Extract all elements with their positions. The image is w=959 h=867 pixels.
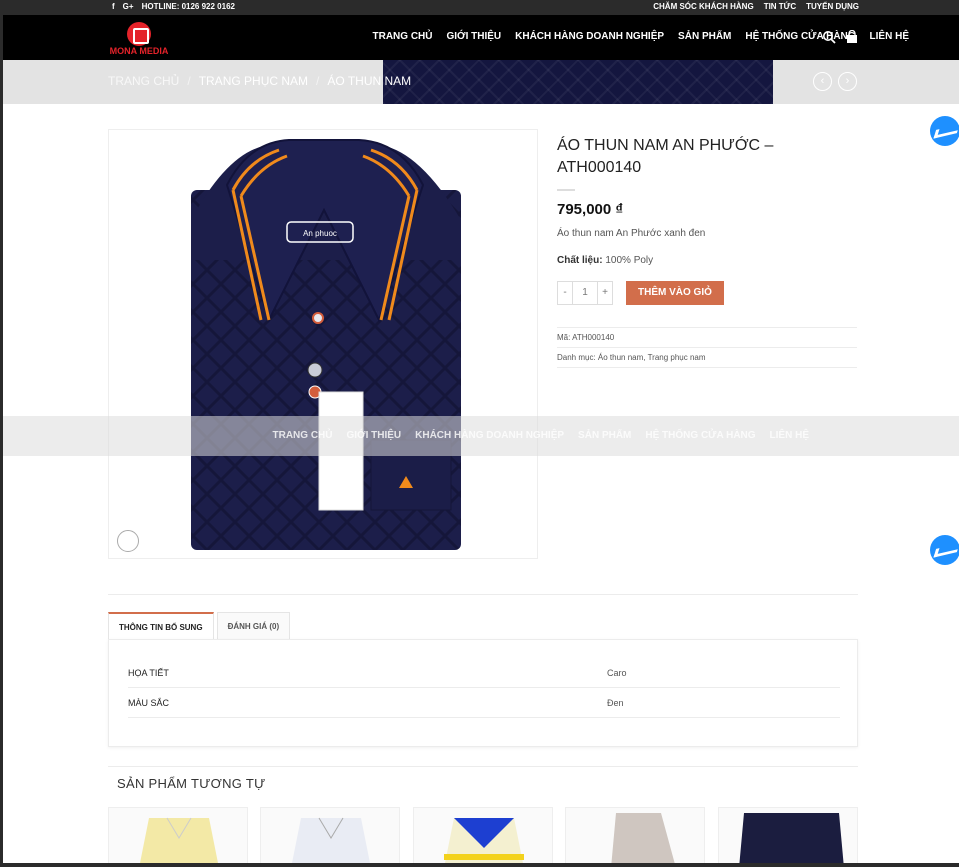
section-divider xyxy=(108,766,858,767)
sticky-nav-about[interactable]: GIỚI THIỆU xyxy=(346,430,401,441)
qty-input[interactable]: 1 xyxy=(572,282,598,304)
tab-additional-info[interactable]: THÔNG TIN BỔ SUNG xyxy=(108,612,214,639)
product-material: Chất liệu: 100% Poly xyxy=(557,255,857,266)
sticky-nav-home[interactable]: TRANG CHỦ xyxy=(272,430,332,441)
sticky-header-ghost: TRANG CHỦ GIỚI THIỆU KHÁCH HÀNG DOANH NG… xyxy=(3,416,959,456)
sticky-nav-products[interactable]: SẢN PHẨM xyxy=(578,430,631,441)
next-product-button[interactable]: › xyxy=(838,72,857,91)
zoom-icon[interactable] xyxy=(117,530,139,552)
related-products-title: SẢN PHẨM TƯƠNG TỰ xyxy=(117,776,266,791)
material-value: 100% Poly xyxy=(605,255,654,266)
related-product-card[interactable] xyxy=(413,807,553,867)
attribute-value: Đen xyxy=(607,698,624,708)
breadcrumb-separator: / xyxy=(187,74,191,88)
facebook-icon[interactable]: f xyxy=(112,2,115,11)
tab-reviews[interactable]: ĐÁNH GIÁ (0) xyxy=(216,612,291,639)
search-icon[interactable] xyxy=(822,30,836,44)
breadcrumb-home[interactable]: TRANG CHỦ xyxy=(108,74,179,88)
qty-minus-button[interactable]: - xyxy=(558,282,572,304)
related-product-card[interactable] xyxy=(260,807,400,867)
product-short-description: Áo thun nam An Phước xanh đen xyxy=(557,228,706,239)
prev-product-button[interactable]: ‹ xyxy=(813,72,832,91)
related-product-card[interactable] xyxy=(108,807,248,867)
product-categories[interactable]: Danh mục: Áo thun nam, Trang phục nam xyxy=(557,348,857,368)
product-tabs: THÔNG TIN BỔ SUNG ĐÁNH GIÁ (0) xyxy=(108,612,291,639)
add-to-cart-button[interactable]: THÊM VÀO GIỎ xyxy=(626,281,724,305)
top-link-customer-care[interactable]: CHĂM SÓC KHÁCH HÀNG xyxy=(653,2,753,11)
quantity-stepper: - 1 + xyxy=(557,281,613,305)
logo-text: MONA MEDIA xyxy=(109,46,169,56)
product-summary: ÁO THUN NAM AN PHƯỚC – ATH000140 795,000… xyxy=(557,135,857,368)
shirt-tag-brand: An phuoc xyxy=(303,229,337,238)
top-link-careers[interactable]: TUYỂN DỤNG xyxy=(806,2,859,11)
sticky-nav-contact[interactable]: LIÊN HỆ xyxy=(770,430,809,441)
related-product-card[interactable] xyxy=(565,807,705,867)
hotline-text: HOTLINE: 0126 922 0162 xyxy=(141,2,235,11)
qty-plus-button[interactable]: + xyxy=(598,282,612,304)
additional-info-panel: HỌA TIẾT Caro MÀU SẮC Đen xyxy=(108,639,858,747)
related-product-card[interactable] xyxy=(718,807,858,867)
top-link-news[interactable]: TIN TỨC xyxy=(764,2,796,11)
messenger-icon[interactable] xyxy=(930,535,959,565)
product-meta: Mã: ATH000140 Danh mục: Áo thun nam, Tra… xyxy=(557,327,857,368)
google-plus-icon[interactable]: G+ xyxy=(123,2,134,11)
material-label: Chất liệu: xyxy=(557,255,603,266)
site-logo[interactable]: MONA MEDIA xyxy=(108,20,170,56)
attribute-row: MÀU SẮC Đen xyxy=(128,688,840,718)
add-to-cart-row: - 1 + THÊM VÀO GIỎ xyxy=(557,281,857,305)
breadcrumb: TRANG CHỦ / TRANG PHỤC NAM / ÁO THUN NAM xyxy=(108,74,411,88)
sticky-nav-business-customers[interactable]: KHÁCH HÀNG DOANH NGHIỆP xyxy=(415,430,564,441)
nav-contact[interactable]: LIÊN HỆ xyxy=(870,31,909,42)
attribute-value: Caro xyxy=(607,668,627,678)
nav-business-customers[interactable]: KHÁCH HÀNG DOANH NGHIỆP xyxy=(515,31,664,42)
product-price: 795,000 ₫ xyxy=(557,201,624,218)
sticky-nav: TRANG CHỦ GIỚI THIỆU KHÁCH HÀNG DOANH NG… xyxy=(272,430,809,441)
product-image[interactable]: An phuoc xyxy=(108,129,538,559)
title-divider xyxy=(557,189,575,191)
attribute-row: HỌA TIẾT Caro xyxy=(128,658,840,688)
logo-mark xyxy=(127,22,151,46)
product-sku: Mã: ATH000140 xyxy=(557,328,857,348)
window-edge xyxy=(0,863,959,867)
top-bar-left: f G+ HOTLINE: 0126 922 0162 xyxy=(112,2,235,11)
top-bar: f G+ HOTLINE: 0126 922 0162 CHĂM SÓC KHÁ… xyxy=(0,0,959,15)
top-bar-links: CHĂM SÓC KHÁCH HÀNG TIN TỨC TUYỂN DỤNG xyxy=(653,2,859,11)
breadcrumb-separator: / xyxy=(316,74,320,88)
sticky-nav-stores[interactable]: HỆ THỐNG CỬA HÀNG xyxy=(645,430,755,441)
nav-about[interactable]: GIỚI THIỆU xyxy=(446,31,501,42)
messenger-icon[interactable] xyxy=(930,116,959,146)
banner-pattern xyxy=(383,60,773,104)
attribute-key: HỌA TIẾT xyxy=(128,668,169,678)
nav-home[interactable]: TRANG CHỦ xyxy=(372,31,432,42)
breadcrumb-current: ÁO THUN NAM xyxy=(327,74,412,88)
cart-icon[interactable] xyxy=(845,30,859,44)
section-divider xyxy=(108,594,858,595)
polo-shirt-image: An phuoc xyxy=(191,139,461,550)
window-edge xyxy=(0,15,3,867)
breadcrumb-banner: TRANG CHỦ / TRANG PHỤC NAM / ÁO THUN NAM… xyxy=(3,60,959,104)
breadcrumb-category[interactable]: TRANG PHỤC NAM xyxy=(199,74,308,88)
attribute-key: MÀU SẮC xyxy=(128,698,170,708)
product-title: ÁO THUN NAM AN PHƯỚC – ATH000140 xyxy=(557,137,774,176)
nav-products[interactable]: SẢN PHẨM xyxy=(678,31,731,42)
nav-stores[interactable]: HỆ THỐNG CỬA HÀNG xyxy=(745,31,855,42)
main-header: MONA MEDIA TRANG CHỦ GIỚI THIỆU KHÁCH HÀ… xyxy=(3,15,959,60)
